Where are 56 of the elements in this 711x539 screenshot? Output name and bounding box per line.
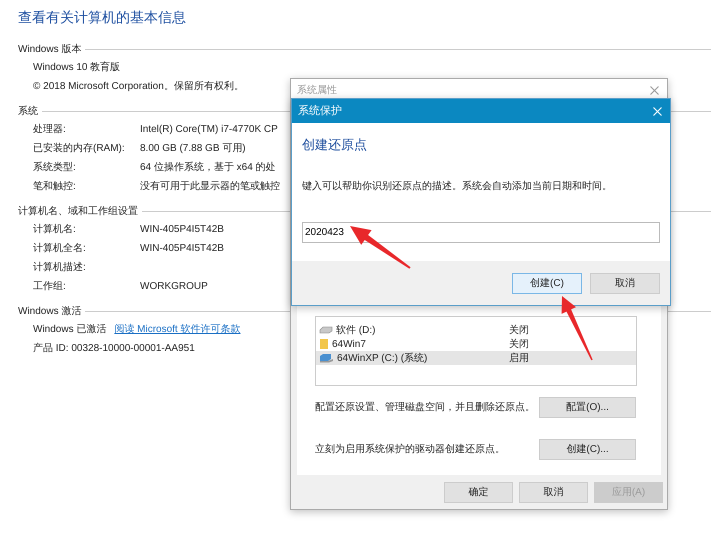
close-button[interactable]	[647, 83, 661, 97]
close-icon	[650, 86, 658, 94]
action-description: 立刻为启用系统保护的驱动器创建还原点。	[315, 442, 506, 456]
dialog-button[interactable]: 创建(C)	[512, 272, 582, 294]
field-value: WIN-405P4I5T42B	[140, 223, 224, 237]
field-value: WIN-405P4I5T42B	[140, 242, 224, 256]
close-icon	[652, 106, 662, 116]
info-text: Windows 10 教育版	[33, 60, 120, 75]
field-value: Intel(R) Core(TM) i7-4770K CP	[140, 123, 278, 137]
field-label: 系统类型:	[33, 160, 77, 175]
arrow	[562, 296, 593, 360]
arrow	[350, 226, 411, 269]
license-link[interactable]: 阅读 Microsoft 软件许可条款	[114, 322, 240, 337]
window-title: 系统保护	[298, 104, 342, 119]
dialog-button[interactable]: 取消	[590, 272, 660, 294]
drive-row[interactable]: 软件 (D:) 关闭	[316, 323, 636, 337]
dialog-description: 键入可以帮助你识别还原点的描述。系统会自动添加当前日期和时间。	[302, 180, 613, 194]
dialog-button[interactable]: 取消	[519, 482, 588, 502]
drive-row[interactable]: 64WinXP (C:) (系统) 启用	[316, 351, 636, 365]
dialog-button[interactable]: 确定	[444, 482, 513, 502]
protection-status: 关闭	[509, 338, 529, 352]
page-title: 查看有关计算机的基本信息	[18, 8, 186, 26]
field-label: 计算机名:	[33, 222, 77, 237]
field-value: 64 位操作系统，基于 x64 的处	[140, 160, 276, 175]
dialog-heading: 创建还原点	[302, 136, 367, 154]
section-heading: 系统	[18, 104, 38, 118]
field-value: 没有可用于此显示器的笔或触控	[140, 180, 280, 194]
action-button[interactable]: 配置(O)...	[539, 396, 636, 418]
field-value: 8.00 GB (7.88 GB 可用)	[140, 142, 246, 156]
section-heading: Windows 版本	[18, 42, 82, 56]
drive-name: 软件 (D:)	[336, 324, 376, 338]
field-label: 笔和触控:	[33, 180, 77, 194]
field-value: WORKGROUP	[140, 280, 208, 294]
field-label: 处理器:	[33, 122, 67, 137]
drive-name: 64WinXP (C:) (系统)	[337, 352, 428, 366]
field-label: 工作组:	[33, 280, 67, 294]
section-heading: 计算机名、域和工作组设置	[18, 204, 138, 218]
window-title: 系统属性	[297, 84, 337, 98]
status-text: Windows 已激活	[33, 323, 106, 337]
info-text: © 2018 Microsoft Corporation。保留所有权利。	[33, 80, 244, 94]
protection-status: 关闭	[509, 324, 529, 338]
close-button[interactable]	[650, 104, 664, 118]
field-label: 计算机描述:	[33, 260, 87, 275]
field-label: 计算机全名:	[33, 242, 87, 256]
drive-icon	[319, 326, 333, 334]
drive-row[interactable]: 64Win7 关闭	[316, 337, 636, 351]
action-button[interactable]: 创建(C)...	[539, 438, 636, 460]
info-text: 产品 ID: 00328-10000-00001-AA951	[33, 342, 195, 356]
system-drive-icon	[319, 353, 334, 363]
protection-status: 启用	[509, 352, 529, 366]
field-label: 已安装的内存(RAM):	[33, 142, 126, 156]
drive-name: 64Win7	[332, 338, 366, 352]
section-heading: Windows 激活	[18, 304, 82, 318]
action-description: 配置还原设置、管理磁盘空间，并且删除还原点。	[315, 400, 536, 414]
folder-icon	[319, 338, 329, 350]
name-input[interactable]: 2020423	[302, 222, 660, 242]
